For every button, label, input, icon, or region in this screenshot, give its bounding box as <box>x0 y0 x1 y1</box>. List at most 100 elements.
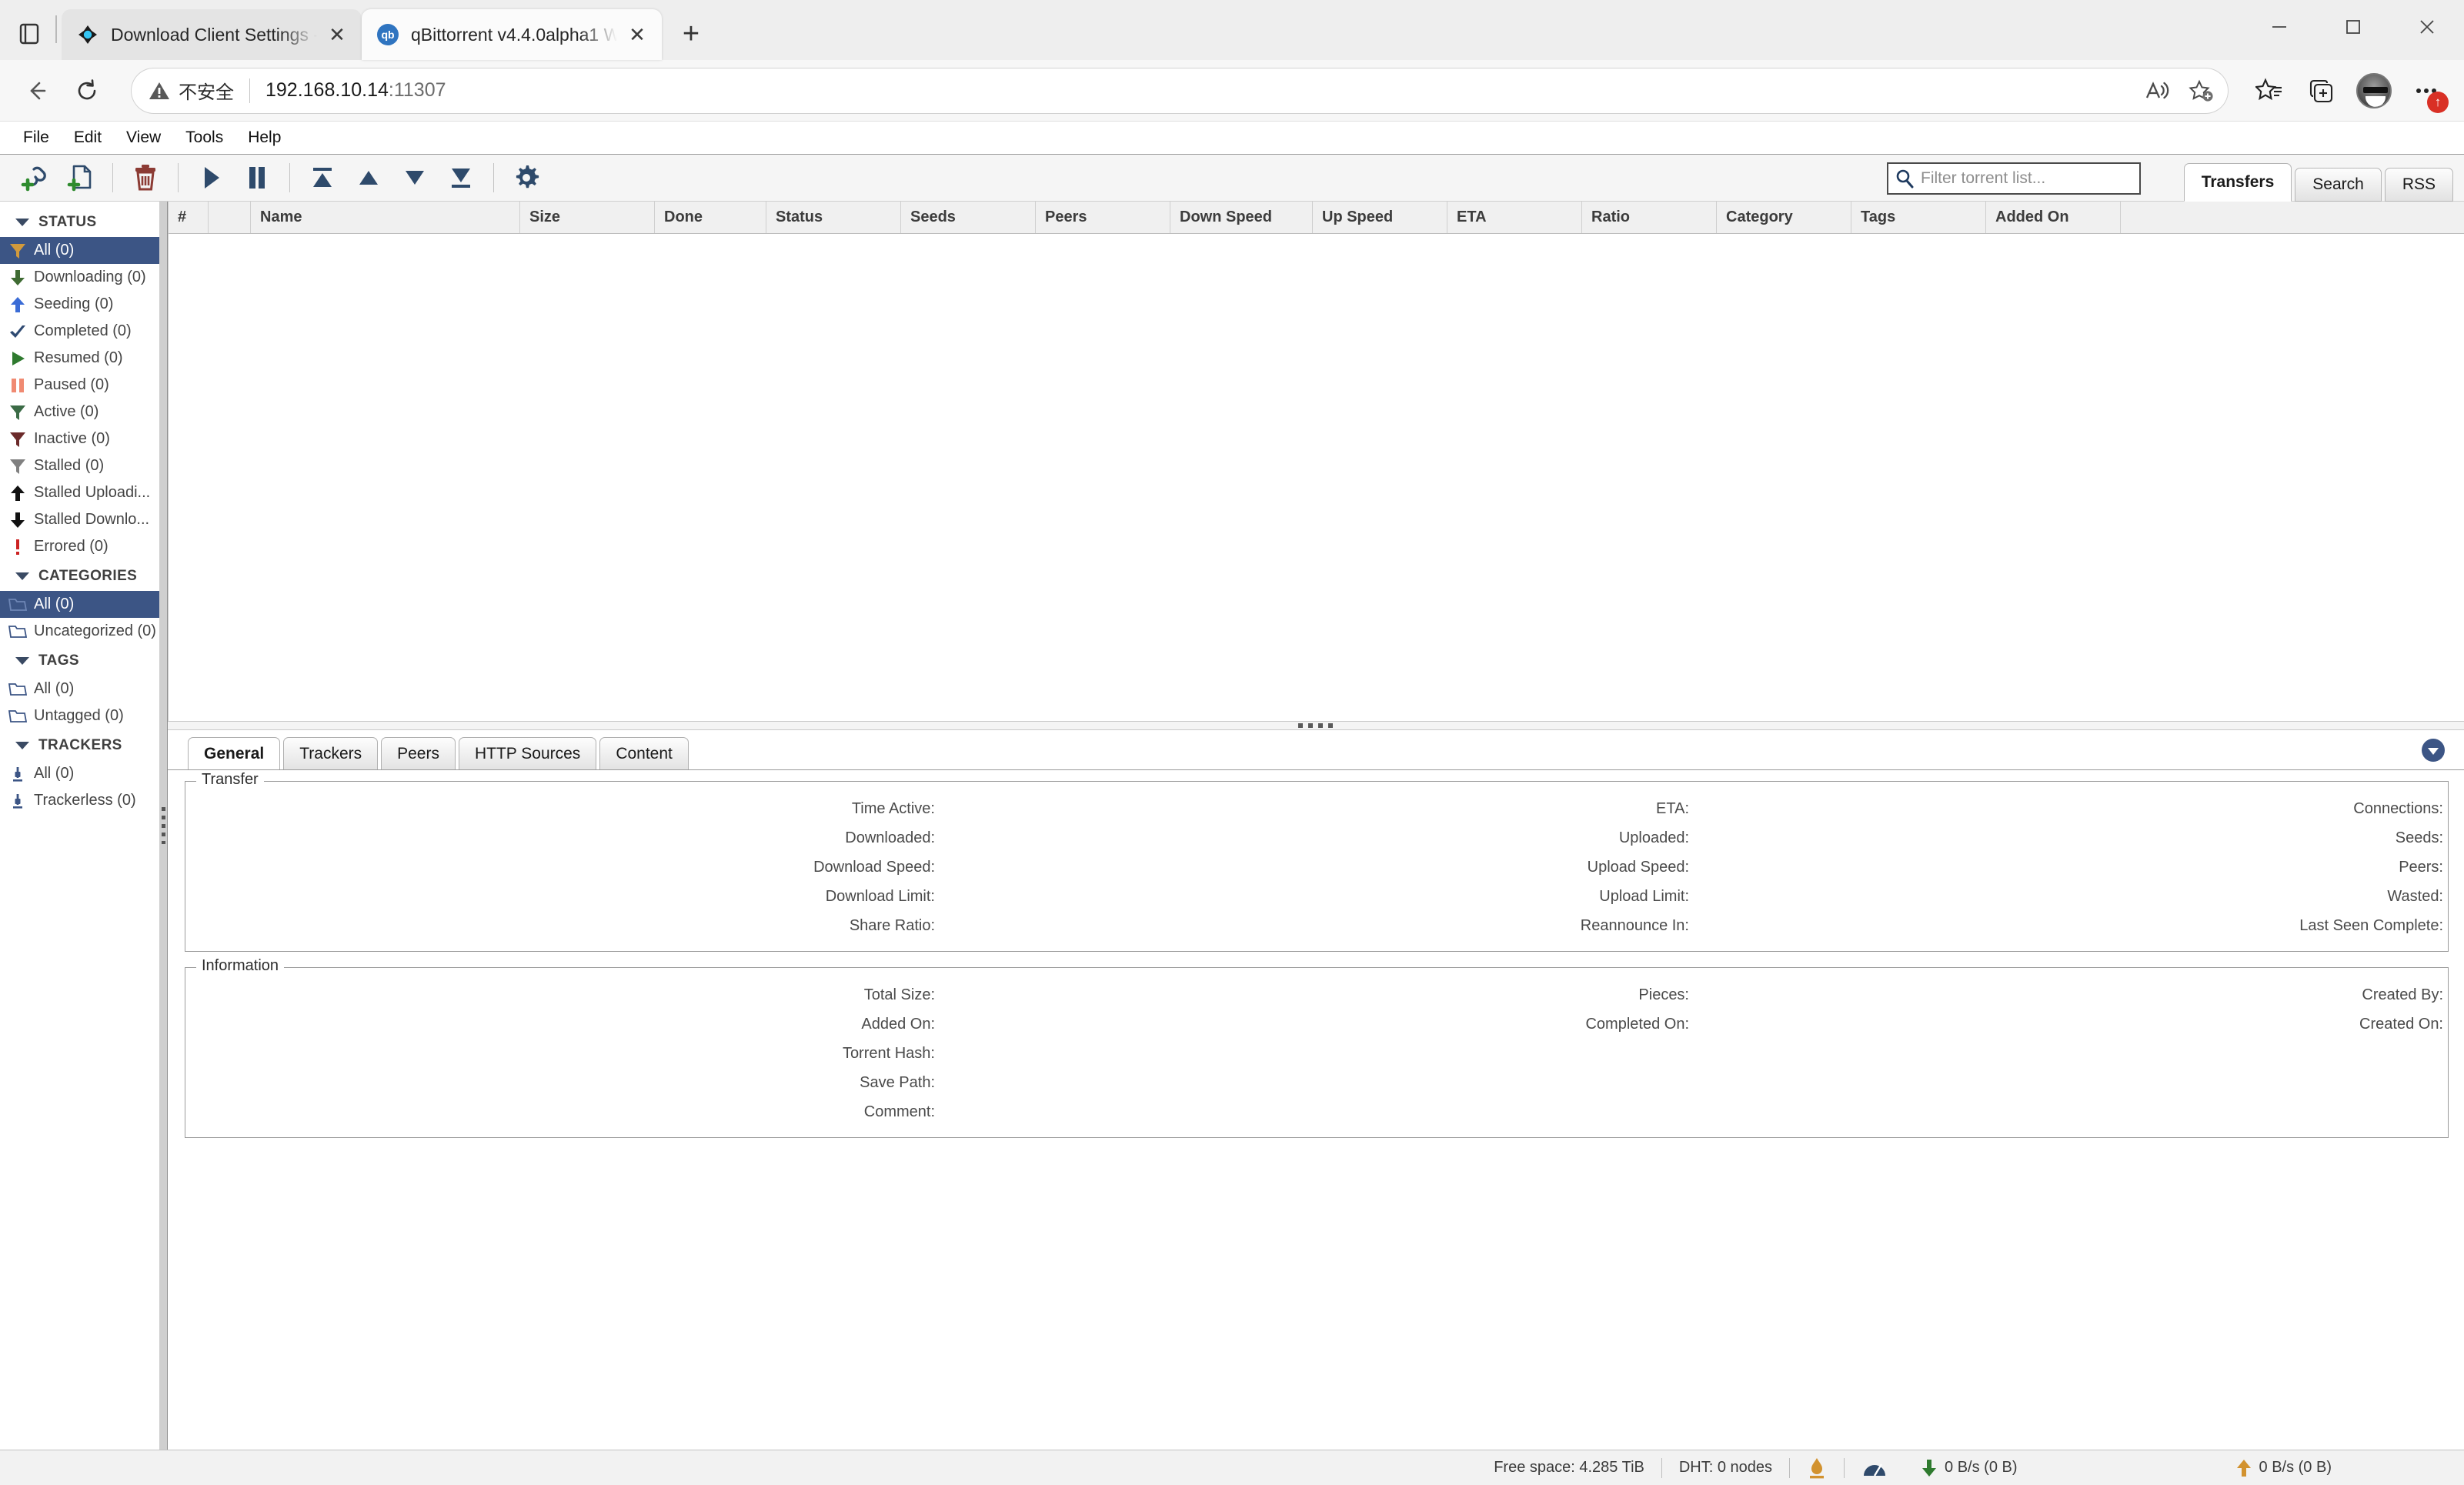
settings-gear-icon[interactable] <box>503 156 549 199</box>
browser-tab-qbittorrent[interactable]: qb qBittorrent v4.4.0alpha1 Web UI ✕ <box>362 9 662 60</box>
sidebar-item-all-trackers[interactable]: All (0) <box>0 760 159 787</box>
close-icon[interactable]: ✕ <box>323 21 351 48</box>
address-bar[interactable]: 不安全 192.168.10.14:11307 <box>131 67 2229 114</box>
close-icon[interactable] <box>2390 0 2464 54</box>
folder-icon <box>6 595 29 615</box>
filter-input-placeholder[interactable]: Filter torrent list... <box>1921 169 2045 188</box>
column-header-icon[interactable] <box>209 202 251 233</box>
menu-help[interactable]: Help <box>235 128 293 147</box>
tab-content[interactable]: Content <box>599 737 689 769</box>
new-tab-button[interactable]: + <box>669 12 713 55</box>
tab-peers[interactable]: Peers <box>381 737 456 769</box>
torrent-table-body[interactable] <box>169 234 2464 721</box>
menu-tools[interactable]: Tools <box>173 128 235 147</box>
tab-trackers[interactable]: Trackers <box>283 737 379 769</box>
add-torrent-file-icon[interactable] <box>57 156 103 199</box>
menu-view[interactable]: View <box>114 128 173 147</box>
column-header-name[interactable]: Name <box>251 202 520 233</box>
sidebar-item-inactive[interactable]: Inactive (0) <box>0 425 159 452</box>
tab-search-button[interactable] <box>8 12 51 55</box>
avatar[interactable] <box>2350 67 2398 115</box>
sidebar-item-seeding[interactable]: Seeding (0) <box>0 291 159 318</box>
field-completed-on: Completed On: <box>1585 1015 1689 1033</box>
sidebar-section-status[interactable]: STATUS <box>0 206 159 237</box>
tab-search[interactable]: Search <box>2295 168 2382 202</box>
reload-icon[interactable] <box>65 68 109 113</box>
sidebar-section-categories[interactable]: CATEGORIES <box>0 560 159 591</box>
column-header-status[interactable]: Status <box>766 202 901 233</box>
read-aloud-icon[interactable] <box>2135 68 2179 113</box>
sidebar-section-title: TAGS <box>38 652 79 669</box>
column-header-tags[interactable]: Tags <box>1851 202 1986 233</box>
tab-transfers[interactable]: Transfers <box>2183 163 2292 202</box>
sidebar-item-downloading[interactable]: Downloading (0) <box>0 264 159 291</box>
sidebar-section-tags[interactable]: TAGS <box>0 645 159 676</box>
sidebar-item-paused[interactable]: Paused (0) <box>0 372 159 399</box>
column-header-ratio[interactable]: Ratio <box>1582 202 1717 233</box>
menu-edit[interactable]: Edit <box>62 128 114 147</box>
column-header-peers[interactable]: Peers <box>1036 202 1170 233</box>
tab-http-sources[interactable]: HTTP Sources <box>458 737 597 769</box>
sidebar-splitter[interactable] <box>159 202 168 1450</box>
add-favorite-icon[interactable] <box>2179 68 2224 113</box>
column-header-index[interactable]: # <box>169 202 209 233</box>
filter-torrent-list-box[interactable]: Filter torrent list... <box>1887 162 2141 195</box>
start-icon[interactable] <box>188 156 234 199</box>
column-header-seeds[interactable]: Seeds <box>901 202 1036 233</box>
field-connections: Connections: <box>2353 799 2443 817</box>
sidebar-item-all-tags[interactable]: All (0) <box>0 676 159 702</box>
close-icon[interactable]: ✕ <box>623 21 651 48</box>
sidebar-item-errored[interactable]: Errored (0) <box>0 533 159 560</box>
maximize-icon[interactable] <box>2316 0 2390 54</box>
delete-icon[interactable] <box>122 156 169 199</box>
add-collection-icon[interactable] <box>2298 67 2345 115</box>
favorites-icon[interactable] <box>2245 67 2293 115</box>
details-panel: General Trackers Peers HTTP Sources Cont… <box>168 730 2464 1450</box>
back-icon[interactable] <box>14 68 58 113</box>
column-header-added-on[interactable]: Added On <box>1986 202 2121 233</box>
column-header-category[interactable]: Category <box>1717 202 1851 233</box>
column-header-done[interactable]: Done <box>655 202 766 233</box>
sidebar-item-completed[interactable]: Completed (0) <box>0 318 159 345</box>
sidebar-item-stalled-downloading[interactable]: Stalled Downlo... <box>0 506 159 533</box>
priority-up-icon[interactable] <box>346 156 392 199</box>
sidebar-item-label: Paused (0) <box>34 376 109 393</box>
column-header-up-speed[interactable]: Up Speed <box>1313 202 1447 233</box>
column-header-down-speed[interactable]: Down Speed <box>1170 202 1313 233</box>
sidebar-item-all-categories[interactable]: All (0) <box>0 591 159 618</box>
sidebar-item-all-status[interactable]: All (0) <box>0 237 159 264</box>
priority-bottom-icon[interactable] <box>438 156 484 199</box>
priority-down-icon[interactable] <box>392 156 438 199</box>
sidebar-item-untagged[interactable]: Untagged (0) <box>0 702 159 729</box>
sidebar-section-trackers[interactable]: TRACKERS <box>0 729 159 760</box>
sidebar-section-title: STATUS <box>38 214 97 230</box>
tab-general[interactable]: General <box>188 737 281 769</box>
details-splitter[interactable] <box>168 721 2464 730</box>
connection-status-firewalled-icon[interactable] <box>1790 1457 1844 1480</box>
field-seeds: Seeds: <box>2395 829 2443 846</box>
sidebar-item-trackerless[interactable]: Trackerless (0) <box>0 787 159 814</box>
pause-icon[interactable] <box>234 156 280 199</box>
field-upload-limit: Upload Limit: <box>1599 887 1689 905</box>
priority-top-icon[interactable] <box>299 156 346 199</box>
sidebar-item-stalled-uploading[interactable]: Stalled Uploadi... <box>0 479 159 506</box>
security-label: 不安全 <box>179 82 234 103</box>
minimize-icon[interactable] <box>2242 0 2316 54</box>
splitter-grip <box>1298 723 1334 728</box>
field-time-active: Time Active: <box>851 799 935 817</box>
browser-tab-sonarr[interactable]: Download Client Settings - Sonarr ✕ <box>62 9 362 60</box>
chevron-down-circle-icon[interactable] <box>2418 735 2449 766</box>
add-torrent-link-icon[interactable] <box>11 156 57 199</box>
browser-tab-title: Download Client Settings - Sonarr <box>111 24 317 45</box>
sidebar-item-resumed[interactable]: Resumed (0) <box>0 345 159 372</box>
column-header-size[interactable]: Size <box>520 202 655 233</box>
sidebar-item-active[interactable]: Active (0) <box>0 399 159 425</box>
more-options-icon[interactable]: ↑ <box>2402 67 2450 115</box>
tab-rss[interactable]: RSS <box>2384 168 2453 202</box>
alternative-speed-limits-icon[interactable] <box>1845 1457 1905 1479</box>
column-header-eta[interactable]: ETA <box>1447 202 1582 233</box>
menu-file[interactable]: File <box>11 128 62 147</box>
sidebar-item-stalled[interactable]: Stalled (0) <box>0 452 159 479</box>
security-warning[interactable]: 不安全 <box>148 77 234 104</box>
sidebar-item-uncategorized[interactable]: Uncategorized (0) <box>0 618 159 645</box>
